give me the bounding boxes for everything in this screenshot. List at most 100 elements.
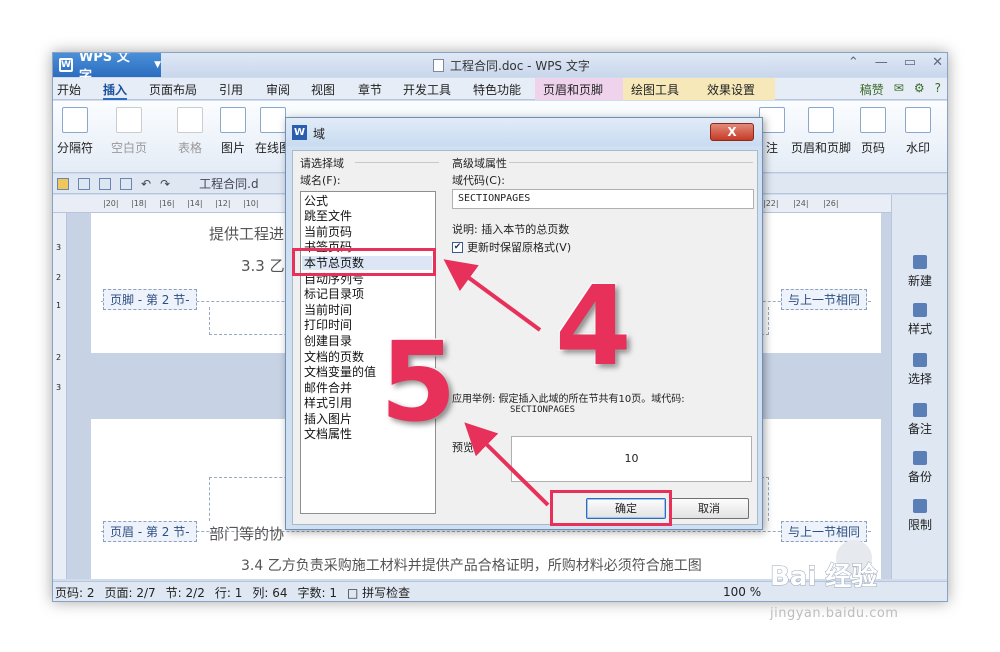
field-option[interactable]: 文档的页数 bbox=[304, 350, 364, 364]
task-select[interactable]: 选择 bbox=[892, 353, 947, 387]
field-option[interactable]: 邮件合并 bbox=[304, 381, 352, 395]
task-restrict[interactable]: 限制 bbox=[892, 499, 947, 533]
vruler-tick: 1 bbox=[56, 301, 62, 310]
settings-icon[interactable]: ⚙ bbox=[914, 81, 925, 98]
table-icon bbox=[177, 107, 203, 133]
field-option[interactable]: 标记目录项 bbox=[304, 287, 364, 301]
dialog-close-button[interactable]: X bbox=[710, 123, 754, 141]
vruler-tick: 2 bbox=[56, 353, 62, 362]
field-option[interactable]: 文档属性 bbox=[304, 427, 352, 441]
blank-page-button[interactable]: 空白页 bbox=[111, 107, 147, 156]
status-col: 列: 64 bbox=[252, 586, 288, 600]
dialog-body: 请选择域 域名(F): 公式 跳至文件 当前页码 书签页码 本节总页数 自动序列… bbox=[292, 150, 758, 525]
watermark-url: jingyan.baidu.com bbox=[770, 606, 899, 621]
undo-icon[interactable]: ↶ bbox=[141, 177, 151, 191]
doc-text-line: 部门等的协 bbox=[209, 525, 285, 543]
chevron-down-icon: ▼ bbox=[154, 60, 161, 70]
maximize-icon[interactable]: ▭ bbox=[904, 55, 916, 70]
baidu-jingyan-watermark: Bai 经验 bbox=[769, 562, 878, 593]
highlight-selected-field bbox=[292, 248, 436, 276]
dialog-title-bar: W 域 X bbox=[286, 118, 762, 146]
caret-up-icon[interactable]: ⌃ bbox=[848, 55, 859, 70]
vruler-tick: 3 bbox=[56, 383, 62, 392]
field-dialog: W 域 X 请选择域 域名(F): 公式 跳至文件 当前页码 书签页码 本节总页… bbox=[285, 117, 763, 530]
tab-insert[interactable]: 插入 bbox=[103, 81, 128, 100]
keep-format-checkbox[interactable]: ✔ 更新时保留原格式(V) bbox=[452, 239, 571, 255]
group-divider bbox=[355, 162, 439, 163]
field-option[interactable]: 创建目录 bbox=[304, 334, 352, 348]
field-name-label: 域名(F): bbox=[300, 174, 341, 187]
status-words[interactable]: 字数: 1 bbox=[297, 584, 337, 601]
step-number-4: 4 bbox=[554, 261, 634, 392]
header-footer-button[interactable]: 页眉和页脚 bbox=[791, 107, 851, 156]
redo-icon[interactable]: ↷ bbox=[160, 177, 170, 191]
print-icon[interactable] bbox=[99, 177, 111, 190]
task-backup[interactable]: 备份 bbox=[892, 451, 947, 485]
window-controls: ⌃ — ▭ ✕ bbox=[848, 55, 943, 70]
usage-example: 应用举例: 假定插入此域的所在节共有10页。域代码: SECTIONPAGES bbox=[452, 394, 685, 415]
same-as-previous-badge: 与上一节相同 bbox=[781, 289, 868, 310]
tab-drawing-tools[interactable]: 绘图工具 bbox=[631, 81, 679, 98]
tab-review[interactable]: 审阅 bbox=[266, 81, 290, 98]
field-option[interactable]: 跳至文件 bbox=[304, 209, 352, 223]
menu-bar: 开始 插入 页面布局 引用 审阅 视图 章节 开发工具 特色功能 页眉和页脚 绘… bbox=[53, 78, 947, 100]
preview-box: 10 bbox=[511, 436, 752, 482]
document-tab[interactable]: 工程合同.d bbox=[199, 175, 258, 192]
praise-button[interactable]: 稿赞 bbox=[860, 81, 884, 98]
restrict-icon bbox=[913, 499, 927, 513]
style-icon bbox=[913, 303, 927, 317]
checkbox-checked-icon: ✔ bbox=[452, 241, 463, 253]
close-icon[interactable]: ✕ bbox=[932, 55, 943, 70]
field-option[interactable]: 当前页码 bbox=[304, 225, 352, 239]
task-new[interactable]: 新建 bbox=[892, 255, 947, 289]
cancel-button[interactable]: 取消 bbox=[669, 498, 749, 519]
ruler-tick: |10| bbox=[243, 199, 259, 208]
tab-home[interactable]: 开始 bbox=[57, 81, 81, 98]
page-number-button[interactable]: 页码 bbox=[860, 107, 886, 156]
same-as-previous-badge: 与上一节相同 bbox=[781, 521, 868, 542]
note-icon bbox=[913, 403, 927, 417]
doc-text-line: 3.3 乙 bbox=[241, 257, 285, 275]
tab-developer[interactable]: 开发工具 bbox=[403, 81, 451, 98]
tab-chapter[interactable]: 章节 bbox=[358, 81, 382, 98]
open-icon[interactable] bbox=[57, 177, 69, 190]
page-number-icon bbox=[860, 107, 886, 133]
tab-page-layout[interactable]: 页面布局 bbox=[149, 81, 197, 98]
field-option[interactable]: 文档变量的值 bbox=[304, 365, 376, 379]
vruler-tick: 3 bbox=[56, 243, 62, 252]
task-note[interactable]: 备注 bbox=[892, 403, 947, 437]
task-style[interactable]: 样式 bbox=[892, 303, 947, 337]
document-icon bbox=[433, 59, 444, 72]
minimize-icon[interactable]: — bbox=[875, 55, 888, 70]
ruler-tick: |22| bbox=[763, 199, 779, 208]
choose-field-group: 请选择域 bbox=[300, 157, 344, 170]
dialog-title: 域 bbox=[313, 127, 326, 141]
field-option[interactable]: 当前时间 bbox=[304, 303, 352, 317]
tab-view[interactable]: 视图 bbox=[311, 81, 335, 98]
tab-features[interactable]: 特色功能 bbox=[473, 81, 521, 98]
field-option[interactable]: 插入图片 bbox=[304, 412, 352, 426]
save-icon[interactable] bbox=[78, 177, 90, 190]
field-option[interactable]: 样式引用 bbox=[304, 396, 352, 410]
title-bar: W WPS 文字 ▼ 工程合同.doc - WPS 文字 ⌃ — ▭ ✕ bbox=[53, 53, 947, 84]
field-code-input[interactable]: SECTIONPAGES bbox=[452, 189, 754, 209]
spell-check-toggle[interactable]: □ 拼写检查 bbox=[347, 584, 420, 601]
mail-icon[interactable]: ✉ bbox=[894, 81, 904, 98]
ruler-tick: |18| bbox=[131, 199, 147, 208]
tab-effects[interactable]: 效果设置 bbox=[707, 81, 755, 98]
tab-references[interactable]: 引用 bbox=[219, 81, 243, 98]
zoom-level[interactable]: 100 % bbox=[723, 585, 761, 599]
tab-header-footer[interactable]: 页眉和页脚 bbox=[543, 81, 603, 98]
table-button[interactable]: 表格 bbox=[177, 107, 203, 156]
print-preview-icon[interactable] bbox=[120, 177, 132, 190]
field-option[interactable]: 公式 bbox=[304, 194, 328, 208]
header-label: 页眉 - 第 2 节- bbox=[103, 521, 197, 542]
app-menu-button[interactable]: W WPS 文字 ▼ bbox=[53, 53, 161, 84]
blank-page-icon bbox=[116, 107, 142, 133]
field-option[interactable]: 打印时间 bbox=[304, 318, 352, 332]
help-icon[interactable]: ? bbox=[935, 81, 941, 98]
page-break-button[interactable]: 分隔符 bbox=[57, 107, 93, 156]
watermark-button[interactable]: 水印 bbox=[905, 107, 931, 156]
picture-button[interactable]: 图片 bbox=[220, 107, 246, 156]
status-page: 页码: 2 bbox=[55, 586, 95, 600]
